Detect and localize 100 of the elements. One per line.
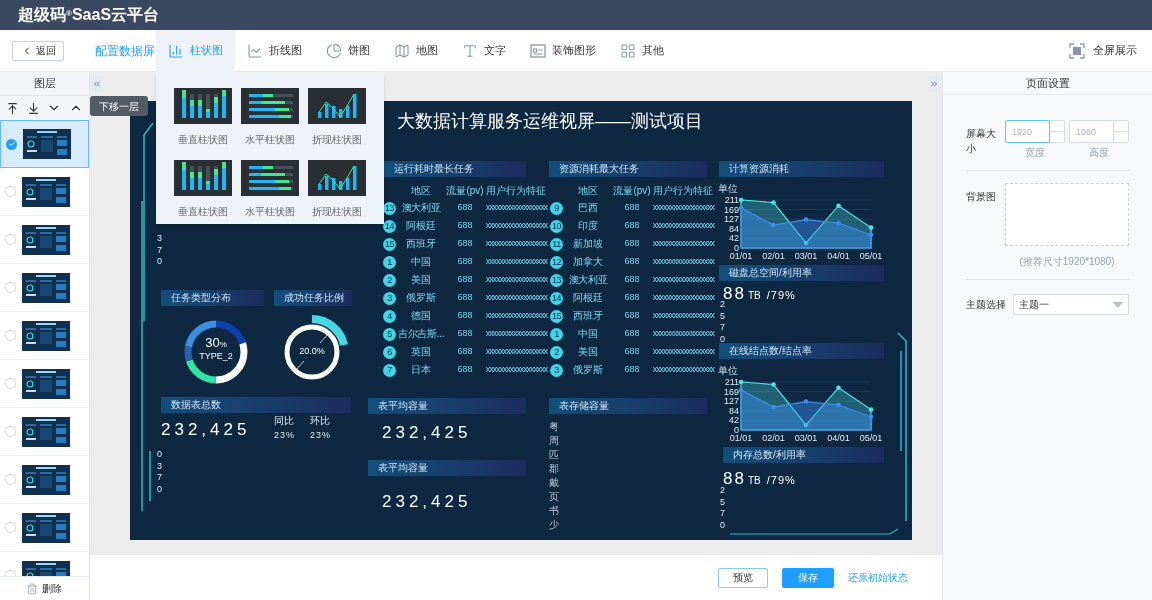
- gauge-value: 20.0%: [298, 347, 326, 356]
- radio-icon: [5, 426, 16, 437]
- chart-type-tab[interactable]: 地图: [382, 29, 450, 72]
- chart-type-tab[interactable]: 文字: [450, 29, 518, 72]
- table-cell: xxxxxxxxxxxxxxxxxx: [652, 219, 714, 233]
- stat-label: 同比: [274, 416, 295, 426]
- section-header: 任务类型分布: [161, 290, 264, 306]
- table-cell-text: 688: [456, 237, 474, 251]
- axis-label: 0: [157, 257, 162, 268]
- table-cell-text: 西班牙: [405, 239, 437, 249]
- dashboard-title: 大数据计算服务运维视屏——测试项目: [397, 110, 703, 133]
- table-cell: xxxxxxxxxxxxxxxxxx: [485, 327, 547, 341]
- axis-tick-label: 0: [734, 425, 739, 435]
- axis-tick-label: 169: [723, 204, 739, 215]
- dashboard-thumbnail: [22, 320, 70, 351]
- axis-label: 粤: [549, 420, 559, 434]
- table-cell: xxxxxxxxxxxxxxxxxx: [652, 309, 714, 323]
- chart-template[interactable]: 水平柱状图: [236, 160, 304, 224]
- bar-chart-icon: [168, 42, 184, 59]
- chart-type-tab[interactable]: 其他: [608, 29, 676, 72]
- dashboard-thumbnail: [22, 272, 70, 303]
- section-header: 表存储容量: [549, 398, 707, 414]
- section-header: 内存总数/利用率: [723, 447, 884, 463]
- trash-icon: [26, 582, 38, 595]
- axis-label: 页: [549, 490, 559, 504]
- table-cell-text: 俄罗斯: [572, 365, 604, 375]
- app-title: 超级码$^{®}$SaaS云平台: [18, 5, 160, 25]
- rank-badge: 15: [550, 309, 563, 323]
- table-cell: xxxxxxxxxxxxxxxxxx: [652, 255, 714, 269]
- axis-label: 5: [720, 497, 725, 509]
- stat-label: 环比: [310, 416, 331, 426]
- rank-badge: 2: [550, 345, 563, 359]
- move-to-top-icon[interactable]: [5, 101, 19, 115]
- table-cell-text: 西班牙: [572, 311, 604, 321]
- usage-ratio: /79%: [766, 290, 796, 301]
- table-cell: xxxxxxxxxxxxxxxxxx: [652, 273, 714, 287]
- table-cell-text: 688: [623, 291, 641, 305]
- chart-type-tab[interactable]: 装饰图形: [518, 29, 608, 72]
- dashboard-thumbnail: [22, 368, 70, 399]
- axis-tick-label: 0: [734, 243, 739, 253]
- move-to-bottom-icon[interactable]: [26, 101, 40, 115]
- field-label: 主题选择: [966, 298, 1007, 312]
- column-header: 地区: [577, 183, 599, 198]
- rank-badge: 13: [550, 273, 563, 287]
- chart-template[interactable]: 折现柱状图: [303, 88, 371, 152]
- section-header: 数据表总数: [161, 397, 351, 413]
- panel-header: 页面设置: [943, 72, 1152, 95]
- back-button[interactable]: 返回: [12, 40, 64, 61]
- table-cell-text: 印度: [577, 221, 599, 231]
- vertical-bar-chart-icon: [173, 160, 232, 196]
- axis-label: 3: [157, 234, 162, 245]
- table-cell-text: 688: [623, 237, 641, 251]
- number-field[interactable]: 1920: [1005, 120, 1050, 143]
- axis-tick-label: 84: [729, 223, 739, 234]
- chart-template[interactable]: 折现柱状图: [303, 160, 371, 224]
- dashboard-thumbnail: [22, 416, 70, 447]
- table-cell-text: 阿根廷: [405, 221, 437, 231]
- donut-percent: 30: [205, 336, 220, 349]
- preview-button[interactable]: 预览: [718, 567, 768, 588]
- number-field[interactable]: 1080: [1069, 120, 1114, 143]
- fullscreen-button[interactable]: 全屏展示: [1069, 42, 1137, 59]
- table-cell-text: 688: [456, 255, 474, 269]
- theme-select[interactable]: 主题一: [1013, 294, 1129, 315]
- table-cell-text: 日本: [410, 365, 432, 375]
- rank-badge: 11: [550, 237, 563, 251]
- table-cell: xxxxxxxxxxxxxxxxxx: [485, 219, 547, 233]
- dropdown-caret-icon: [1113, 301, 1123, 308]
- table-cell-text: 巴西: [577, 203, 599, 213]
- section-header: 计算资源消耗: [719, 161, 884, 177]
- radio-icon: [5, 522, 16, 533]
- chart-template[interactable]: 垂直柱状图: [169, 160, 237, 224]
- panel-header: 图层: [0, 72, 89, 96]
- axis-label: 7: [157, 473, 162, 484]
- layer-item[interactable]: [0, 120, 89, 168]
- line-bar-chart-icon: [308, 160, 367, 196]
- rank-badge: 9: [550, 201, 563, 215]
- capacity-unit: TB: [747, 291, 761, 301]
- table-cell: 吉尔吉斯...: [397, 329, 445, 339]
- axis-tick-label: 03/01: [794, 251, 818, 261]
- axis-tick-label: 211: [724, 377, 739, 387]
- table-cell-text: 澳大利亚: [400, 203, 442, 213]
- chart-type-tab[interactable]: 饼图: [314, 29, 382, 72]
- chart-template[interactable]: 垂直柱状图: [169, 88, 237, 152]
- axis-label: 7: [157, 245, 162, 257]
- average-value: 232,425: [382, 493, 472, 510]
- dashboard-thumbnail: [22, 464, 70, 495]
- double-chevron-left-icon: [92, 79, 102, 89]
- table-cell-text: 俄罗斯: [405, 293, 437, 303]
- axis-label: 0: [720, 334, 725, 346]
- table-cell-text: 加拿大: [572, 257, 604, 267]
- rank-badge: 14: [550, 291, 563, 305]
- table-cell-text: 688: [456, 291, 474, 305]
- section-header: 成功任务比例: [274, 290, 352, 306]
- chart-template[interactable]: 水平柱状图: [236, 88, 304, 152]
- donut-label: TYPE_2: [199, 352, 233, 361]
- section-header: 表平均容量: [368, 398, 526, 414]
- size-hint: (推荐尺寸1920*1080): [1019, 255, 1115, 269]
- rank-badge: 4: [383, 309, 396, 323]
- axis-label: 0: [157, 450, 162, 461]
- chart-type-tab[interactable]: 折线图: [235, 29, 314, 72]
